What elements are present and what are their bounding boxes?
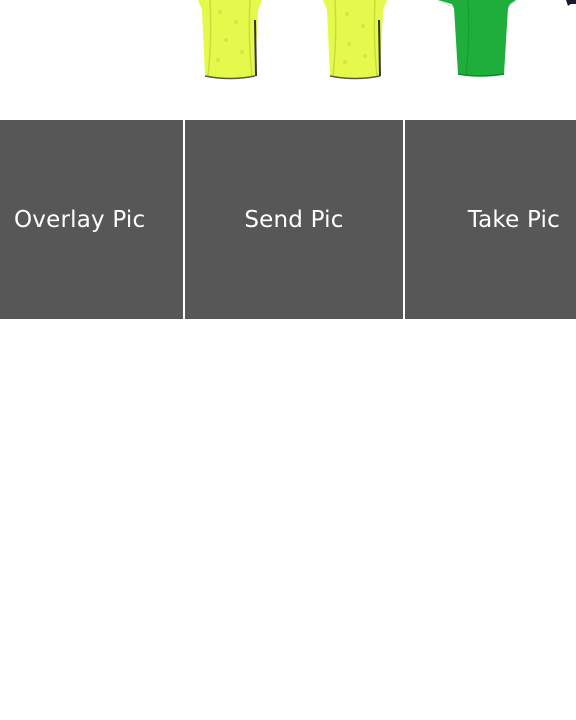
shirt-item-yellow-1[interactable]	[190, 0, 270, 82]
overlay-pic-button[interactable]: Overlay Pic	[0, 120, 183, 319]
yellow-shirt-icon	[198, 0, 262, 80]
take-pic-button[interactable]: Take Pic	[405, 120, 576, 319]
shirt-item-green[interactable]	[432, 0, 522, 80]
app-screen: Overlay Pic Send Pic Take Pic	[0, 0, 576, 720]
send-pic-button[interactable]: Send Pic	[185, 120, 403, 319]
take-pic-label: Take Pic	[467, 206, 560, 233]
shirt-gallery[interactable]	[0, 0, 576, 120]
shirt-item-yellow-2[interactable]	[315, 0, 395, 82]
overlay-pic-label: Overlay Pic	[14, 206, 146, 233]
action-button-row: Overlay Pic Send Pic Take Pic	[0, 120, 576, 320]
dark-shirt-icon	[566, 0, 576, 6]
shirt-item-dark[interactable]	[562, 0, 576, 10]
green-shirt-icon	[438, 0, 516, 77]
send-pic-label: Send Pic	[244, 206, 344, 233]
yellow-shirt-icon	[323, 0, 387, 80]
